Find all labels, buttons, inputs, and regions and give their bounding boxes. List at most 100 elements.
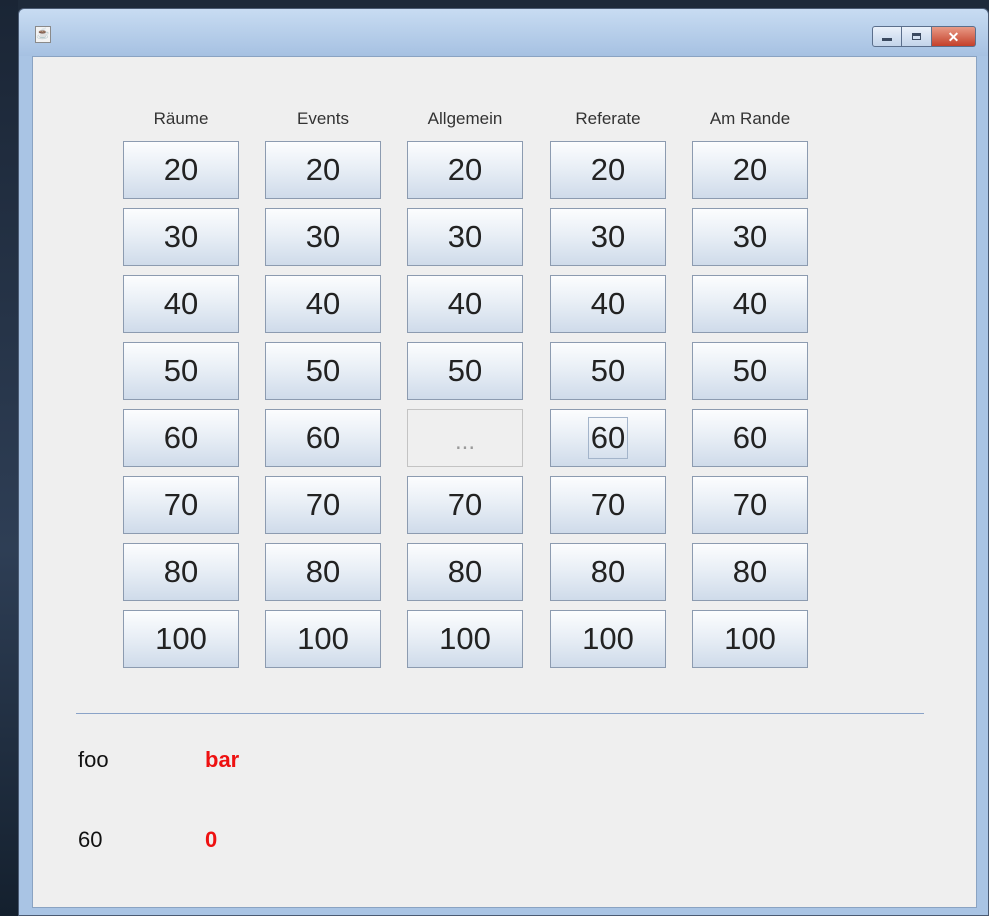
question-button-label: 20 bbox=[732, 152, 768, 187]
question-button-label: 80 bbox=[732, 554, 768, 589]
question-button[interactable]: 20 bbox=[692, 141, 808, 199]
question-button-label: 60 bbox=[305, 420, 341, 455]
question-button[interactable]: 50 bbox=[265, 342, 381, 400]
question-button-label: 80 bbox=[590, 554, 626, 589]
question-button[interactable]: 100 bbox=[550, 610, 666, 668]
minimize-icon bbox=[882, 38, 892, 41]
question-button[interactable]: 30 bbox=[123, 208, 239, 266]
question-button[interactable]: 40 bbox=[407, 275, 523, 333]
question-button-label: 50 bbox=[732, 353, 768, 388]
question-button[interactable]: 60 bbox=[692, 409, 808, 467]
question-button[interactable]: 20 bbox=[407, 141, 523, 199]
category-header-events: Events bbox=[297, 109, 349, 128]
status-label-2: 60 bbox=[78, 827, 103, 852]
category-header-raeume: Räume bbox=[153, 109, 209, 128]
category-header-referate: Referate bbox=[575, 109, 641, 128]
question-button-label: 60 bbox=[732, 420, 768, 455]
question-button[interactable]: 20 bbox=[123, 141, 239, 199]
title-bar[interactable]: ☕ ✕ bbox=[19, 9, 988, 56]
question-button-label: 20 bbox=[305, 152, 341, 187]
question-button: ... bbox=[407, 409, 523, 467]
question-button-label: 30 bbox=[732, 219, 768, 254]
question-button[interactable]: 60 bbox=[550, 409, 666, 467]
question-button-label: 20 bbox=[590, 152, 626, 187]
question-button-label: 70 bbox=[590, 487, 626, 522]
question-button[interactable]: 70 bbox=[265, 476, 381, 534]
question-button-label: 40 bbox=[447, 286, 483, 321]
question-button[interactable]: 50 bbox=[407, 342, 523, 400]
question-button-label: 100 bbox=[297, 621, 349, 656]
category-header-am-rande: Am Rande bbox=[709, 109, 791, 128]
status-value-1: bar bbox=[205, 747, 240, 772]
question-button[interactable]: 80 bbox=[123, 543, 239, 601]
question-button-label: 70 bbox=[305, 487, 341, 522]
question-button[interactable]: 100 bbox=[407, 610, 523, 668]
question-button-label: 100 bbox=[582, 621, 634, 656]
question-button-label: 80 bbox=[305, 554, 341, 589]
question-button-label: 30 bbox=[447, 219, 483, 254]
question-button[interactable]: 40 bbox=[550, 275, 666, 333]
question-button-label: 80 bbox=[447, 554, 483, 589]
close-button[interactable]: ✕ bbox=[932, 26, 976, 47]
question-button-label: 60 bbox=[587, 417, 629, 459]
question-button[interactable]: 30 bbox=[407, 208, 523, 266]
question-button-label: 100 bbox=[155, 621, 207, 656]
question-button-label: 20 bbox=[447, 152, 483, 187]
question-button-label: 40 bbox=[163, 286, 199, 321]
question-button[interactable]: 30 bbox=[550, 208, 666, 266]
question-button[interactable]: 40 bbox=[123, 275, 239, 333]
question-button[interactable]: 30 bbox=[265, 208, 381, 266]
question-button[interactable]: 60 bbox=[123, 409, 239, 467]
question-button[interactable]: 50 bbox=[550, 342, 666, 400]
status-label-1: foo bbox=[78, 747, 109, 772]
minimize-button[interactable] bbox=[872, 26, 902, 47]
question-button[interactable]: 60 bbox=[265, 409, 381, 467]
separator bbox=[76, 713, 924, 714]
question-button[interactable]: 100 bbox=[692, 610, 808, 668]
status-value-2: 0 bbox=[205, 827, 218, 852]
java-coffee-icon[interactable]: ☕ bbox=[35, 26, 51, 43]
question-button-label: 50 bbox=[305, 353, 341, 388]
question-button-label: 60 bbox=[163, 420, 199, 455]
question-button[interactable]: 80 bbox=[407, 543, 523, 601]
question-button-label: 100 bbox=[439, 621, 491, 656]
question-button-label: 20 bbox=[163, 152, 199, 187]
category-header-allgemein: Allgemein bbox=[427, 109, 503, 128]
desktop-background bbox=[0, 0, 18, 916]
question-button[interactable]: 70 bbox=[550, 476, 666, 534]
question-button-label: 30 bbox=[305, 219, 341, 254]
question-button-label: 30 bbox=[163, 219, 199, 254]
question-button[interactable]: 40 bbox=[265, 275, 381, 333]
question-button[interactable]: 50 bbox=[692, 342, 808, 400]
question-button[interactable]: 100 bbox=[265, 610, 381, 668]
question-button-label: 40 bbox=[732, 286, 768, 321]
question-button-label: 50 bbox=[163, 353, 199, 388]
question-button-label: ... bbox=[454, 428, 475, 455]
question-button[interactable]: 20 bbox=[550, 141, 666, 199]
question-button[interactable]: 40 bbox=[692, 275, 808, 333]
question-button-label: 40 bbox=[590, 286, 626, 321]
question-button[interactable]: 20 bbox=[265, 141, 381, 199]
question-button-label: 30 bbox=[590, 219, 626, 254]
question-button[interactable]: 80 bbox=[265, 543, 381, 601]
maximize-button[interactable] bbox=[902, 26, 932, 47]
question-button[interactable]: 70 bbox=[123, 476, 239, 534]
maximize-icon bbox=[912, 33, 921, 40]
question-button[interactable]: 70 bbox=[407, 476, 523, 534]
question-button[interactable]: 100 bbox=[123, 610, 239, 668]
question-button[interactable]: 70 bbox=[692, 476, 808, 534]
question-button-label: 40 bbox=[305, 286, 341, 321]
question-button-label: 70 bbox=[732, 487, 768, 522]
question-button-label: 50 bbox=[590, 353, 626, 388]
question-button-label: 70 bbox=[163, 487, 199, 522]
question-button[interactable]: 30 bbox=[692, 208, 808, 266]
app-window: ☕ ✕ Räume Events Allgemein Referate Am R… bbox=[18, 8, 989, 916]
question-button[interactable]: 80 bbox=[692, 543, 808, 601]
content-panel: Räume Events Allgemein Referate Am Rande… bbox=[32, 56, 977, 908]
question-button[interactable]: 50 bbox=[123, 342, 239, 400]
question-button[interactable]: 80 bbox=[550, 543, 666, 601]
question-button-label: 80 bbox=[163, 554, 199, 589]
question-button-label: 50 bbox=[447, 353, 483, 388]
question-button-label: 100 bbox=[724, 621, 776, 656]
close-icon: ✕ bbox=[947, 28, 960, 45]
